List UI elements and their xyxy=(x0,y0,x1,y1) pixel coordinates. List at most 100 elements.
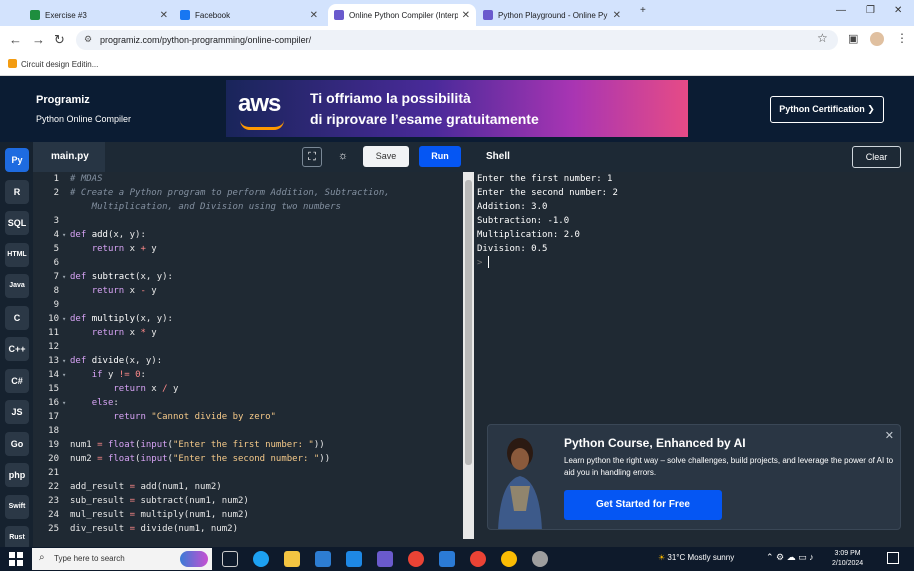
code-line[interactable]: return x - y xyxy=(70,286,157,296)
bookmark-item[interactable]: Circuit design Editin... xyxy=(21,60,98,69)
forward-icon[interactable]: → xyxy=(32,32,45,47)
code-line[interactable]: return "Cannot divide by zero" xyxy=(70,412,276,422)
code-line[interactable]: mul_result = multiply(num1, num2) xyxy=(70,510,249,520)
fullscreen-icon[interactable]: ⛶ xyxy=(302,147,322,167)
line-number: 12 xyxy=(48,342,59,352)
code-line[interactable]: def add(x, y): xyxy=(70,230,146,240)
minimize-icon[interactable]: — xyxy=(836,5,846,16)
code-line[interactable]: return x / y xyxy=(70,384,178,394)
language-icon[interactable]: R xyxy=(5,179,29,204)
instructor-image xyxy=(498,438,542,529)
language-icon[interactable]: C xyxy=(5,305,29,330)
tab-close-icon[interactable]: ✕ xyxy=(462,10,470,21)
browser-tab[interactable]: Exercise #3 ✕ xyxy=(24,4,174,26)
fold-icon[interactable]: ▾ xyxy=(62,273,66,281)
address-bar[interactable]: ⚙ programiz.com/python-programming/onlin… xyxy=(76,30,838,50)
browser-tab[interactable]: Facebook ✕ xyxy=(174,4,324,26)
code-line[interactable]: # Create a Python program to perform Add… xyxy=(70,188,390,198)
ad-line-2: di riprovare l’esame gratuitamente xyxy=(310,111,539,127)
app-icon-2[interactable] xyxy=(532,551,548,567)
code-line[interactable]: add_result = add(num1, num2) xyxy=(70,482,222,492)
code-line[interactable]: return x + y xyxy=(70,244,157,254)
code-line[interactable]: else: xyxy=(70,398,119,408)
programiz-logo[interactable]: Programiz xyxy=(36,94,90,106)
browser-tab[interactable]: Python Playground - Online Py ✕ xyxy=(477,4,627,26)
app-icon[interactable] xyxy=(377,551,393,567)
language-icon[interactable]: Java xyxy=(5,274,29,298)
back-icon[interactable]: ← xyxy=(9,32,22,47)
chrome-active-icon[interactable] xyxy=(501,551,517,567)
run-button[interactable]: Run xyxy=(419,146,461,167)
language-icon[interactable]: C++ xyxy=(5,337,29,361)
weather-widget[interactable]: ☀ 31°C Mostly sunny xyxy=(658,553,734,562)
editor-scrollbar[interactable] xyxy=(463,172,474,539)
line-number: 1 xyxy=(53,174,59,184)
site-header: Programiz Python Online Compiler aws Ti … xyxy=(0,76,914,142)
clear-button[interactable]: Clear xyxy=(852,146,901,168)
fold-icon[interactable]: ▾ xyxy=(62,371,66,379)
code-line[interactable]: return x * y xyxy=(70,328,157,338)
language-icon[interactable]: Go xyxy=(5,431,29,456)
scrollbar-thumb[interactable] xyxy=(465,180,472,465)
code-line[interactable]: num2 = float(input("Enter the second num… xyxy=(70,454,330,464)
bookmark-star-icon[interactable]: ☆ xyxy=(817,31,828,45)
copilot-icon[interactable] xyxy=(180,551,208,567)
tab-close-icon[interactable]: ✕ xyxy=(310,10,318,21)
taskbar-search-input[interactable]: ⌕ Type here to search xyxy=(32,548,212,570)
close-icon[interactable]: ✕ xyxy=(885,429,894,442)
language-icon[interactable]: Swift xyxy=(5,494,29,519)
language-icon[interactable]: SQL xyxy=(5,211,29,235)
task-view-icon[interactable] xyxy=(222,551,238,567)
menu-icon[interactable]: ⋮ xyxy=(896,31,908,45)
notifications-icon[interactable] xyxy=(887,552,899,564)
reload-icon[interactable]: ↻ xyxy=(54,32,65,48)
language-icon[interactable]: C# xyxy=(5,368,29,393)
chrome-profile-icon[interactable] xyxy=(470,551,486,567)
tray-icons[interactable]: ⌃ ⚙ ☁ ▭ ♪ xyxy=(766,552,814,563)
mail-icon[interactable] xyxy=(346,551,362,567)
code-line[interactable]: def subtract(x, y): xyxy=(70,272,173,282)
code-line[interactable]: # MDAS xyxy=(70,174,103,184)
file-tab[interactable]: main.py xyxy=(33,142,105,172)
close-window-icon[interactable]: ✕ xyxy=(894,5,902,16)
store-icon[interactable] xyxy=(315,551,331,567)
code-line[interactable]: Multiplication, and Division using two n… xyxy=(70,202,341,212)
side-panel-icon[interactable]: ▣ xyxy=(848,32,858,45)
browser-tab[interactable]: Online Python Compiler (Interp ✕ xyxy=(328,4,476,26)
edge-icon[interactable] xyxy=(253,551,269,567)
language-icon[interactable]: JS xyxy=(5,400,29,424)
shell-output-line: Subtraction: -1.0 xyxy=(477,216,570,226)
code-line[interactable]: def divide(x, y): xyxy=(70,356,162,366)
language-icon[interactable]: Py xyxy=(5,148,29,172)
vscode-icon[interactable] xyxy=(439,551,455,567)
code-line[interactable]: def multiply(x, y): xyxy=(70,314,173,324)
bookmarks-bar: Circuit design Editin... xyxy=(0,54,914,76)
tab-close-icon[interactable]: ✕ xyxy=(160,10,168,21)
theme-toggle-icon[interactable]: ☼ xyxy=(333,147,353,167)
tab-close-icon[interactable]: ✕ xyxy=(613,10,621,21)
ad-banner[interactable]: aws Ti offriamo la possibilità di riprov… xyxy=(226,80,688,137)
new-tab-button[interactable]: + xyxy=(640,5,646,16)
fold-icon[interactable]: ▾ xyxy=(62,357,66,365)
code-line[interactable]: if y != 0: xyxy=(70,370,146,380)
fold-icon[interactable]: ▾ xyxy=(62,315,66,323)
get-started-button[interactable]: Get Started for Free xyxy=(564,490,722,520)
profile-avatar[interactable] xyxy=(870,32,884,46)
site-info-icon[interactable]: ⚙ xyxy=(84,34,92,45)
windows-start-icon[interactable] xyxy=(9,552,23,566)
save-button[interactable]: Save xyxy=(363,146,409,167)
fold-icon[interactable]: ▾ xyxy=(62,231,66,239)
python-certification-button[interactable]: Python Certification ❯ xyxy=(770,96,884,123)
code-line[interactable]: num1 = float(input("Enter the first numb… xyxy=(70,440,325,450)
restore-icon[interactable]: ❐ xyxy=(866,5,875,16)
code-line[interactable]: sub_result = subtract(num1, num2) xyxy=(70,496,249,506)
code-editor[interactable]: 1 # MDAS 2 # Create a Python program to per… xyxy=(33,172,463,539)
language-icon[interactable]: HTML xyxy=(5,242,29,267)
chrome-icon[interactable] xyxy=(408,551,424,567)
code-line[interactable]: div_result = divide(num1, num2) xyxy=(70,524,238,534)
file-explorer-icon[interactable] xyxy=(284,551,300,567)
clock[interactable]: 3:09 PM 2/10/2024 xyxy=(832,549,863,569)
line-number: 24 xyxy=(48,510,59,520)
language-icon[interactable]: php xyxy=(5,463,29,487)
fold-icon[interactable]: ▾ xyxy=(62,399,66,407)
